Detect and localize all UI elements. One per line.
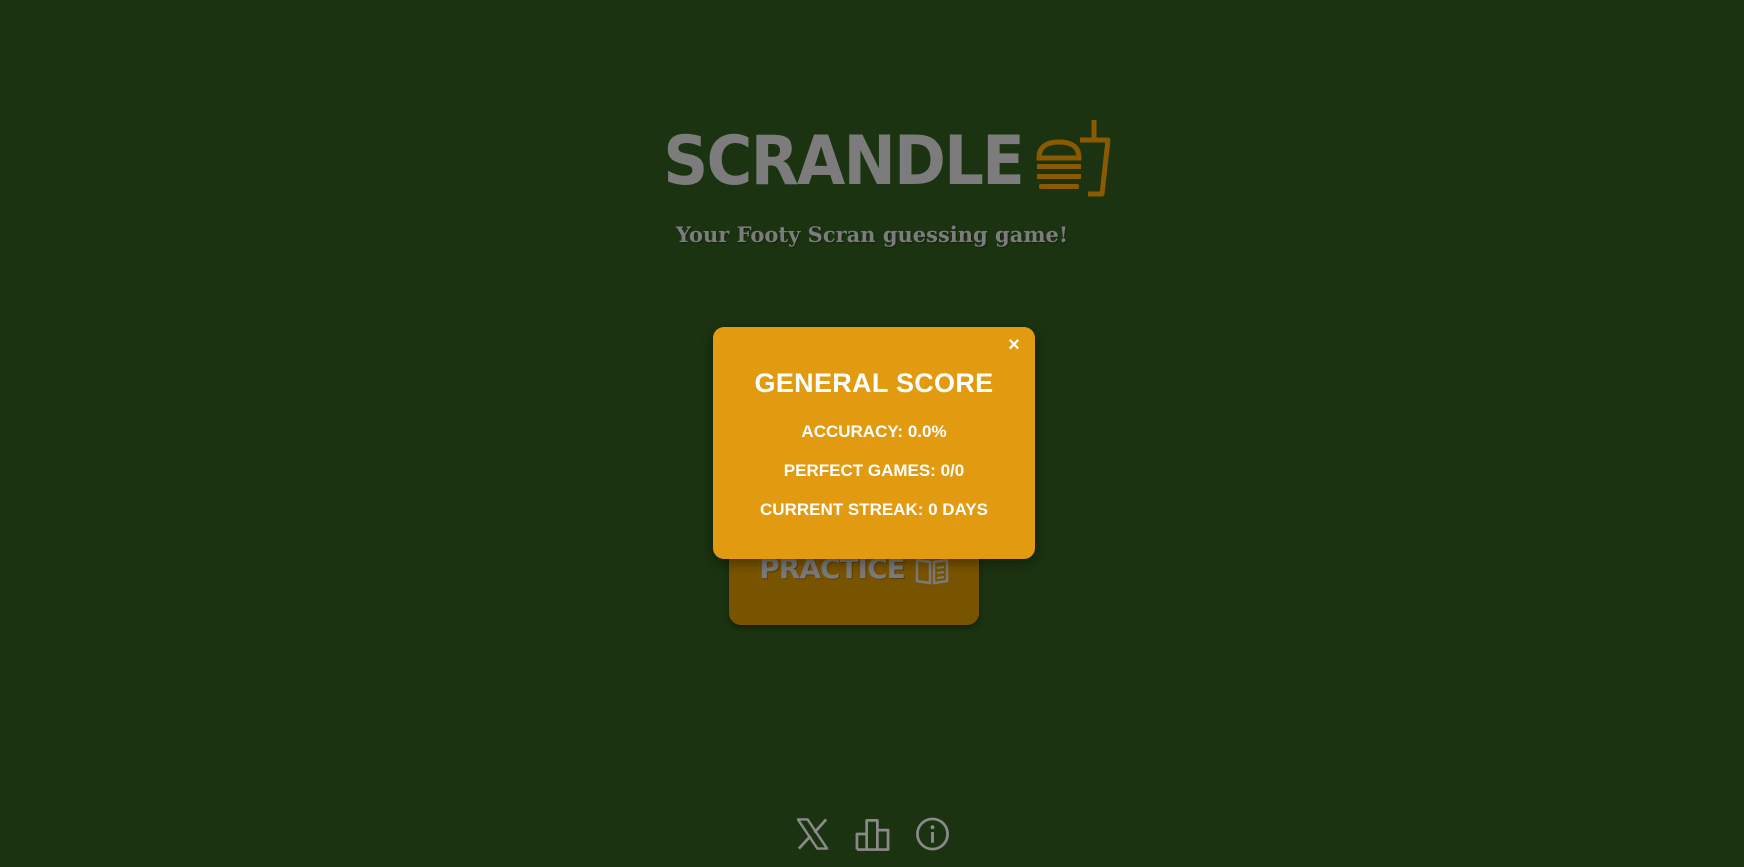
close-icon[interactable]: × — [1004, 335, 1024, 355]
tagline: Your Footy Scran guessing game! — [675, 222, 1069, 247]
leaderboard-icon[interactable] — [855, 816, 890, 852]
modal-title: GENERAL SCORE — [754, 368, 994, 398]
game-page: SCRANDLE Your Footy Scran guessing game!… — [0, 0, 1744, 867]
perfect-games-stat: PERFECT GAMES: 0/0 — [783, 461, 965, 480]
accuracy-stat: ACCURACY: 0.0% — [801, 422, 947, 441]
logo-text: SCRANDLE — [663, 122, 1026, 201]
book-icon — [915, 558, 948, 585]
x-logo-icon[interactable] — [795, 816, 830, 852]
current-streak-stat: CURRENT STREAK: 0 DAYS — [760, 500, 988, 519]
footer-icons — [0, 816, 1744, 852]
general-score-modal: × GENERAL SCORE ACCURACY: 0.0% PERFECT G… — [713, 327, 1035, 559]
burger-drink-icon — [1035, 120, 1110, 197]
info-icon[interactable] — [915, 816, 950, 852]
logo: SCRANDLE — [0, 118, 1744, 201]
